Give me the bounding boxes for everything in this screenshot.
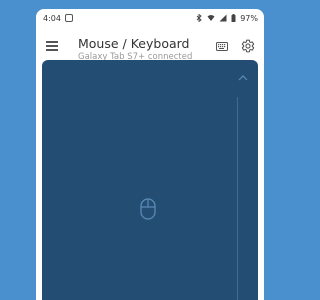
gear-icon[interactable]: [241, 39, 255, 53]
bluetooth-icon: [196, 14, 202, 22]
page-title: Mouse / Keyboard: [78, 36, 190, 51]
menu-icon[interactable]: [46, 41, 58, 51]
scroll-track[interactable]: [237, 97, 238, 300]
status-time: 4:04: [43, 13, 61, 23]
keyboard-icon[interactable]: [216, 42, 228, 51]
battery-icon: [231, 14, 236, 22]
signal-icon: [219, 14, 227, 22]
wifi-icon: [207, 15, 215, 21]
touchpad-area[interactable]: [42, 60, 258, 300]
battery-percent: 97%: [240, 13, 258, 23]
status-bar: 4:04 97%: [36, 9, 264, 27]
mouse-icon: [140, 198, 156, 220]
phone-screen: 4:04 97% Mouse / Keyboard Galaxy Tab S7+…: [36, 9, 264, 300]
chevron-up-icon[interactable]: [238, 75, 248, 81]
app-notification-icon: [64, 14, 73, 22]
